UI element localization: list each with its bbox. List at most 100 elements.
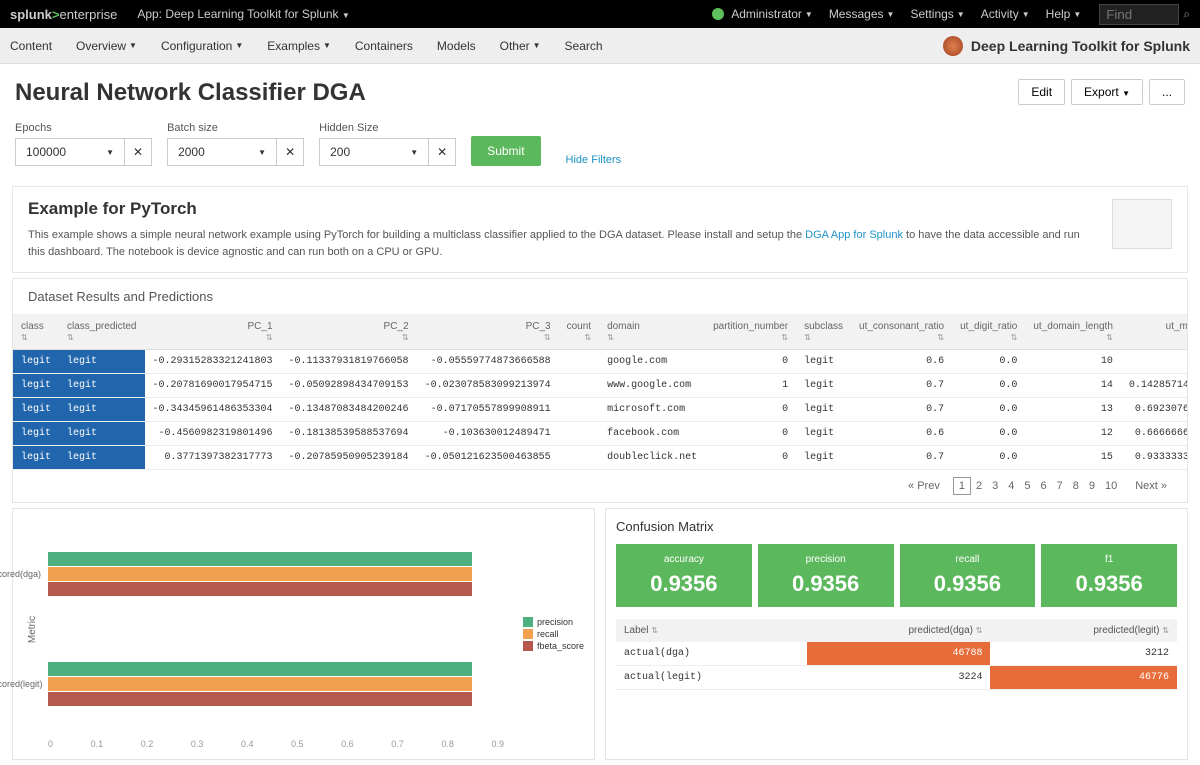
search-icon[interactable]: ⌕ <box>1183 7 1190 22</box>
hidden-clear[interactable]: ✕ <box>429 138 456 166</box>
epochs-select[interactable]: 100000▼ <box>15 138 125 166</box>
col-class_predicted[interactable]: class_predicted⇅ <box>59 315 144 350</box>
cell-ut_meaning_ratio: 0.6666666666666666 <box>1121 422 1187 446</box>
logo-suffix: enterprise <box>60 7 118 22</box>
submit-button[interactable]: Submit <box>471 136 540 166</box>
dga-app-link[interactable]: DGA App for Splunk <box>805 229 903 241</box>
bar-recall <box>48 677 472 691</box>
cell-ut_consonant_ratio: 0.7 <box>851 398 952 422</box>
col-PC_3[interactable]: PC_3⇅ <box>417 315 559 350</box>
example-title: Example for PyTorch <box>28 199 1092 219</box>
next-page[interactable]: Next » <box>1130 478 1172 494</box>
cell-class: legit <box>13 398 59 422</box>
cell-ut_meaning_ratio: 0.6923076923076923 <box>1121 398 1187 422</box>
cell-PC_2: -0.13487083484200246 <box>281 398 417 422</box>
nav-configuration[interactable]: Configuration ▼ <box>161 39 243 53</box>
page-8[interactable]: 8 <box>1068 478 1084 494</box>
cell-ut_digit_ratio: 0.0 <box>952 398 1025 422</box>
col-partition_number[interactable]: partition_number⇅ <box>705 315 796 350</box>
cell-class: legit <box>13 446 59 470</box>
app-selector[interactable]: App: Deep Learning Toolkit for Splunk ▼ <box>137 7 350 21</box>
cell-class_predicted: legit <box>59 398 144 422</box>
col-count[interactable]: count⇅ <box>559 315 599 350</box>
dataset-title: Dataset Results and Predictions <box>13 279 1187 315</box>
chart-legend: precisionrecallfbeta_score <box>523 615 584 653</box>
table-row: legitlegit-0.4560982319801496-0.18138539… <box>13 422 1187 446</box>
col-ut_domain_length[interactable]: ut_domain_length⇅ <box>1025 315 1121 350</box>
chart-category-label: scored(legit) <box>0 679 38 689</box>
page-4[interactable]: 4 <box>1003 478 1019 494</box>
confusion-row: actual(dga)467883212 <box>616 642 1177 666</box>
page-6[interactable]: 6 <box>1035 478 1051 494</box>
app-title-text: Deep Learning Toolkit for Splunk <box>971 38 1190 54</box>
col-PC_2[interactable]: PC_2⇅ <box>281 315 417 350</box>
more-button[interactable]: ... <box>1149 79 1185 105</box>
bar-recall <box>48 567 472 581</box>
nav-other[interactable]: Other ▼ <box>500 39 541 53</box>
page-9[interactable]: 9 <box>1084 478 1100 494</box>
caret-down-icon: ▼ <box>342 11 350 20</box>
hidden-select[interactable]: 200▼ <box>319 138 429 166</box>
cell-PC_1: 0.3771397382317773 <box>145 446 281 470</box>
cell-subclass: legit <box>796 446 851 470</box>
edit-button[interactable]: Edit <box>1018 79 1065 105</box>
cell-count <box>559 350 599 374</box>
prev-page[interactable]: « Prev <box>903 478 945 494</box>
col-PC_1[interactable]: PC_1⇅ <box>145 315 281 350</box>
export-button[interactable]: Export ▼ <box>1071 79 1143 105</box>
col-domain[interactable]: domain⇅ <box>599 315 705 350</box>
nav-containers[interactable]: Containers <box>355 39 413 53</box>
activity-menu[interactable]: Activity ▼ <box>981 7 1030 21</box>
hide-filters-link[interactable]: Hide Filters <box>566 154 622 166</box>
splunk-logo: splunk>enterprise <box>10 7 117 22</box>
nav-search[interactable]: Search <box>565 39 603 53</box>
nav-content[interactable]: Content <box>10 39 52 53</box>
chart-x-axis: 00.10.20.30.40.50.60.70.80.9 <box>23 739 584 749</box>
nav-overview[interactable]: Overview ▼ <box>76 39 137 53</box>
epochs-clear[interactable]: ✕ <box>125 138 152 166</box>
help-menu[interactable]: Help ▼ <box>1046 7 1082 21</box>
conf-pred-legit: 46776 <box>990 666 1177 690</box>
col-ut_digit_ratio[interactable]: ut_digit_ratio⇅ <box>952 315 1025 350</box>
metrics-chart-panel: Metric scored(dga)scored(legit) precisio… <box>12 508 595 760</box>
confusion-table: Label ⇅ predicted(dga) ⇅ predicted(legit… <box>616 619 1177 690</box>
pagination: « Prev 12345678910 Next » <box>13 470 1187 502</box>
cell-class: legit <box>13 374 59 398</box>
user-menu[interactable]: Administrator ▼ <box>712 7 813 21</box>
cell-ut_consonant_ratio: 0.6 <box>851 422 952 446</box>
batch-select[interactable]: 2000▼ <box>167 138 277 166</box>
nav-examples[interactable]: Examples ▼ <box>267 39 331 53</box>
cell-ut_digit_ratio: 0.0 <box>952 446 1025 470</box>
conf-col-pred-legit[interactable]: predicted(legit) ⇅ <box>990 619 1177 642</box>
col-ut_meaning_ratio[interactable]: ut_meaning_ratio⇅ <box>1121 315 1187 350</box>
page-3[interactable]: 3 <box>987 478 1003 494</box>
conf-col-pred-dga[interactable]: predicted(dga) ⇅ <box>807 619 990 642</box>
page-5[interactable]: 5 <box>1019 478 1035 494</box>
page-7[interactable]: 7 <box>1052 478 1068 494</box>
page-1[interactable]: 1 <box>953 477 971 495</box>
settings-menu[interactable]: Settings ▼ <box>910 7 964 21</box>
activity-label: Activity <box>981 7 1019 21</box>
find-input[interactable] <box>1099 4 1179 25</box>
table-row: legitlegit0.3771397382317773-0.207859509… <box>13 446 1187 470</box>
params-row: Epochs 100000▼ ✕ Batch size 2000▼ ✕ Hidd… <box>0 122 1200 181</box>
cell-ut_digit_ratio: 0.0 <box>952 350 1025 374</box>
logo-chevron-icon: > <box>52 7 60 22</box>
cell-class_predicted: legit <box>59 350 144 374</box>
conf-pred-dga: 3224 <box>807 666 990 690</box>
messages-menu[interactable]: Messages ▼ <box>829 7 895 21</box>
cell-PC_2: -0.11337931819766058 <box>281 350 417 374</box>
cell-ut_digit_ratio: 0.0 <box>952 374 1025 398</box>
conf-col-label[interactable]: Label ⇅ <box>616 619 807 642</box>
col-class[interactable]: class⇅ <box>13 315 59 350</box>
nav-models[interactable]: Models <box>437 39 476 53</box>
batch-clear[interactable]: ✕ <box>277 138 304 166</box>
cell-ut_domain_length: 15 <box>1025 446 1121 470</box>
page-10[interactable]: 10 <box>1100 478 1122 494</box>
epochs-label: Epochs <box>15 122 152 134</box>
col-ut_consonant_ratio[interactable]: ut_consonant_ratio⇅ <box>851 315 952 350</box>
col-subclass[interactable]: subclass⇅ <box>796 315 851 350</box>
confusion-row: actual(legit)322446776 <box>616 666 1177 690</box>
help-label: Help <box>1046 7 1071 21</box>
page-2[interactable]: 2 <box>971 478 987 494</box>
